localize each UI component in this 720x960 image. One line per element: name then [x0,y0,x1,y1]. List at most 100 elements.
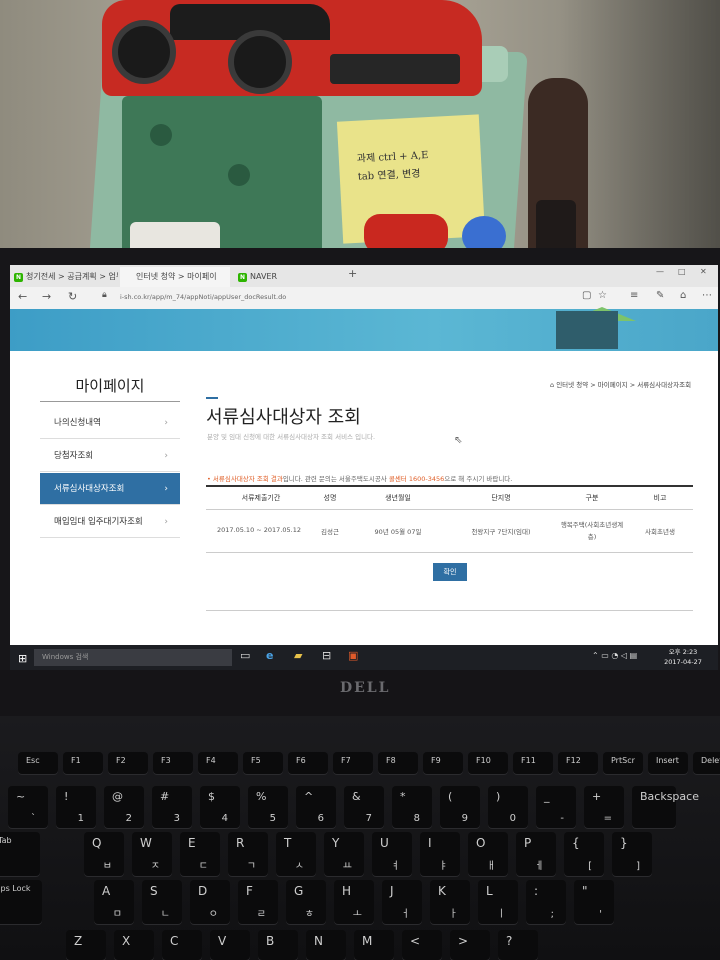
keyboard-key[interactable]: F6 [288,752,328,774]
back-arrow-icon[interactable]: ← [18,290,27,303]
keyboard-key[interactable]: Wㅈ [132,832,172,876]
keyboard-key[interactable]: + = [584,786,624,828]
keyboard-key[interactable]: #3 [152,786,192,828]
forward-arrow-icon[interactable]: → [42,290,51,303]
keyboard-key[interactable]: F2 [108,752,148,774]
task-view-icon[interactable]: ▭ [240,649,250,662]
keyboard-key[interactable]: Sㄴ [142,880,182,924]
keyboard-key[interactable]: < [402,930,442,960]
minimize-button[interactable]: — [656,267,664,276]
keyboard-key[interactable]: ^ 6 [296,786,336,828]
keyboard-key[interactable]: Esc [18,752,58,774]
keyboard-key[interactable]: Fㄹ [238,880,278,924]
keyboard-key[interactable]: F12 [558,752,598,774]
keyboard-key[interactable]: @2 [104,786,144,828]
keyboard-key[interactable]: B [258,930,298,960]
keyboard-key[interactable]: F10 [468,752,508,774]
keyboard-key[interactable]: Hㅗ [334,880,374,924]
taskbar-search-box[interactable]: Windows 검색 [34,649,232,666]
keyboard-key[interactable]: ? [498,930,538,960]
maximize-button[interactable]: □ [678,267,686,276]
keyboard-key[interactable]: F5 [243,752,283,774]
keyboard-key[interactable]: Yㅛ [324,832,364,876]
breadcrumb-text[interactable]: 인터넷 청약 > 마이페이지 > 서류심사대상자조회 [556,381,691,389]
keyboard-key[interactable]: Eㄷ [180,832,220,876]
favorite-star-icon[interactable]: ☆ [598,290,607,301]
keyboard-key[interactable]: Insert [648,752,688,774]
keyboard-key[interactable]: Uㅕ [372,832,412,876]
system-tray-icons[interactable]: ⌃ ▭ ◔ ◁ ▤ [592,651,637,660]
keyboard-key[interactable]: Dㅇ [190,880,230,924]
keyboard-key[interactable]: Gㅎ [286,880,326,924]
keyboard-key[interactable]: % 5 [248,786,288,828]
keyboard-key[interactable]: Backspace [632,786,699,828]
keyboard-key[interactable]: Pㅔ [516,832,556,876]
windows-start-icon[interactable]: ⊞ [18,652,27,665]
keyboard-key[interactable]: (9 [440,786,480,828]
keyboard-key[interactable]: " ' [574,880,614,924]
keyboard-key[interactable]: Jㅓ [382,880,422,924]
keyboard-key[interactable]: F11 [513,752,553,774]
confirm-button[interactable]: 확인 [433,563,467,581]
web-note-icon[interactable]: ✎ [656,290,664,301]
keyboard-key[interactable]: V [210,930,250,960]
keyboard-key[interactable]: _ - [536,786,576,828]
keyboard-key[interactable]: $4 [200,786,240,828]
more-icon[interactable]: ⋯ [702,290,712,301]
file-explorer-icon[interactable]: ▰ [294,649,302,662]
taskbar-clock[interactable]: 오후 2:23 2017-04-27 [660,647,706,667]
refresh-icon[interactable]: ↻ [68,290,77,303]
keyboard-key[interactable]: Iㅑ [420,832,460,876]
keyboard-key[interactable]: Lㅣ [478,880,518,924]
keyboard-key[interactable]: PrtScr [603,752,643,774]
keyboard-key[interactable]: C [162,930,202,960]
sidebar-item-application-history[interactable]: 나의신청내역 › [40,407,180,439]
edge-browser-icon[interactable]: e [266,649,273,662]
hub-icon[interactable]: ≡ [630,290,638,301]
keyboard-key[interactable]: ~ ` [8,786,48,828]
store-icon[interactable]: ⊟ [322,649,331,662]
keyboard-key[interactable]: ) 0 [488,786,528,828]
keyboard-key[interactable]: F4 [198,752,238,774]
keyboard-key[interactable]: Caps Lock [0,880,42,924]
keyboard-key[interactable]: {[ [564,832,604,876]
browser-tab-active[interactable]: 인터넷 청약 > 마이페이 [120,267,230,287]
keyboard-key[interactable]: F7 [333,752,373,774]
keyboard-key[interactable]: N [306,930,346,960]
reading-view-icon[interactable]: ▢ [582,290,591,301]
app-icon[interactable]: ▣ [348,649,358,662]
keyboard-key[interactable]: :; [526,880,566,924]
keyboard-key[interactable]: F3 [153,752,193,774]
keyboard-key[interactable]: M [354,930,394,960]
keyboard-key[interactable]: ! 1 [56,786,96,828]
share-icon[interactable]: ⌂ [680,290,686,301]
keyboard-key[interactable]: Qㅂ [84,832,124,876]
key-sublabel: 1 [77,813,84,824]
sidebar-item-document-review[interactable]: 서류심사대상자조회 › [40,473,180,505]
keyboard-key[interactable]: Rㄱ [228,832,268,876]
url-field[interactable]: i-sh.co.kr/app/m_74/appNoti/appUser_docR… [120,293,286,301]
keyboard-key[interactable]: * 8 [392,786,432,828]
keyboard-key[interactable]: & 7 [344,786,384,828]
keyboard-key[interactable]: F1 [63,752,103,774]
keyboard-key[interactable]: Aㅁ [94,880,134,924]
keyboard-key[interactable]: X [114,930,154,960]
keyboard-key[interactable]: F8 [378,752,418,774]
key-sublabel: ㅇ [208,909,218,920]
keyboard-key[interactable]: }] [612,832,652,876]
key-sublabel: 3 [173,813,180,824]
sidebar-item-winners[interactable]: 당첨자조회 › [40,440,180,472]
sidebar-item-rental-waitlist[interactable]: 매입임대 입주대기자조회 › [40,506,180,538]
browser-tab[interactable]: N 청기전세 > 공급계획 > 업무 [10,267,118,287]
keyboard-key[interactable]: Tㅅ [276,832,316,876]
keyboard-key[interactable]: Tab [0,832,40,876]
keyboard-key[interactable]: Delete [693,752,720,774]
browser-tab[interactable]: N NAVER [234,267,344,287]
keyboard-key[interactable]: F9 [423,752,463,774]
keyboard-key[interactable]: Kㅏ [430,880,470,924]
new-tab-button[interactable]: + [348,267,357,280]
keyboard-key[interactable]: Z [66,930,106,960]
keyboard-key[interactable]: > [450,930,490,960]
close-button[interactable]: ✕ [700,267,707,276]
keyboard-key[interactable]: Oㅐ [468,832,508,876]
